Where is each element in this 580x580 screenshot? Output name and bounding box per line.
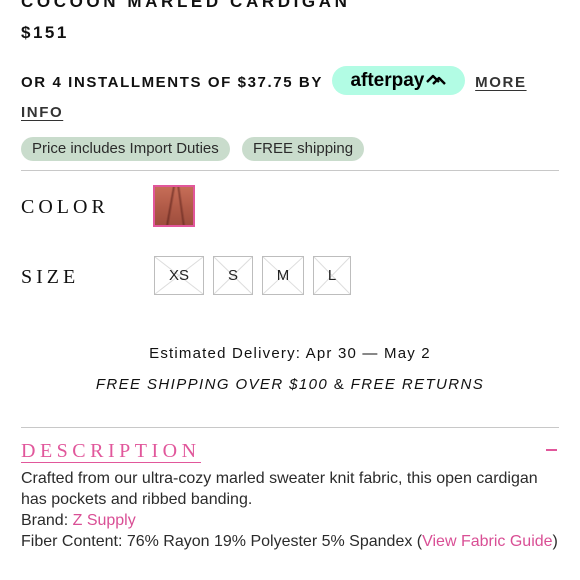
afterpay-label: afterpay xyxy=(350,69,425,91)
brand-link[interactable]: Z Supply xyxy=(73,512,136,529)
divider xyxy=(21,427,559,428)
description-body: Crafted from our ultra-cozy marled sweat… xyxy=(21,468,561,552)
free-shipping-badge: FREE shipping xyxy=(242,137,365,161)
description-heading[interactable]: DESCRIPTION xyxy=(21,440,201,463)
divider xyxy=(21,170,559,171)
size-option-label: S xyxy=(227,267,238,284)
description-text: Crafted from our ultra-cozy marled sweat… xyxy=(21,470,538,508)
minus-icon[interactable] xyxy=(546,449,557,451)
fiber-content-line: Fiber Content: 76% Rayon 19% Polyester 5… xyxy=(21,531,561,552)
fabric-guide-link[interactable]: View Fabric Guide xyxy=(422,533,552,550)
fiber-content-label: Fiber Content: 76% Rayon 19% Polyester 5… xyxy=(21,533,423,550)
afterpay-arrows-icon xyxy=(426,74,447,85)
free-shipping-text: FREE SHIPPING OVER $100 xyxy=(95,376,329,393)
installments-text: OR 4 INSTALLMENTS OF $37.75 BY xyxy=(21,74,323,91)
size-option-xs[interactable]: XS xyxy=(154,256,204,295)
color-swatch-selected[interactable] xyxy=(153,185,195,227)
size-label: SIZE xyxy=(21,266,80,288)
size-option-label: L xyxy=(327,267,337,284)
afterpay-badge[interactable]: afterpay xyxy=(332,65,466,95)
size-option-l[interactable]: L xyxy=(313,256,351,295)
installments-line: OR 4 INSTALLMENTS OF $37.75 BY afterpay … xyxy=(21,65,561,128)
size-option-m[interactable]: M xyxy=(262,256,304,295)
shipping-returns-line: FREE SHIPPING OVER $100 & FREE RETURNS xyxy=(0,376,580,393)
size-option-label: XS xyxy=(168,267,189,284)
free-returns-text: FREE RETURNS xyxy=(350,376,485,393)
ampersand: & xyxy=(333,376,346,393)
product-price: $151 xyxy=(21,23,69,42)
fiber-close-paren: ) xyxy=(552,533,558,550)
product-title: COCOON MARLED CARDIGAN xyxy=(21,0,351,11)
size-option-label: M xyxy=(276,267,290,284)
size-option-s[interactable]: S xyxy=(213,256,253,295)
import-duties-badge: Price includes Import Duties xyxy=(21,137,230,161)
estimated-delivery: Estimated Delivery: Apr 30 — May 2 xyxy=(149,345,431,362)
brand-line: Brand: Z Supply xyxy=(21,510,561,531)
color-label: COLOR xyxy=(21,196,109,218)
brand-label: Brand: xyxy=(21,512,69,529)
